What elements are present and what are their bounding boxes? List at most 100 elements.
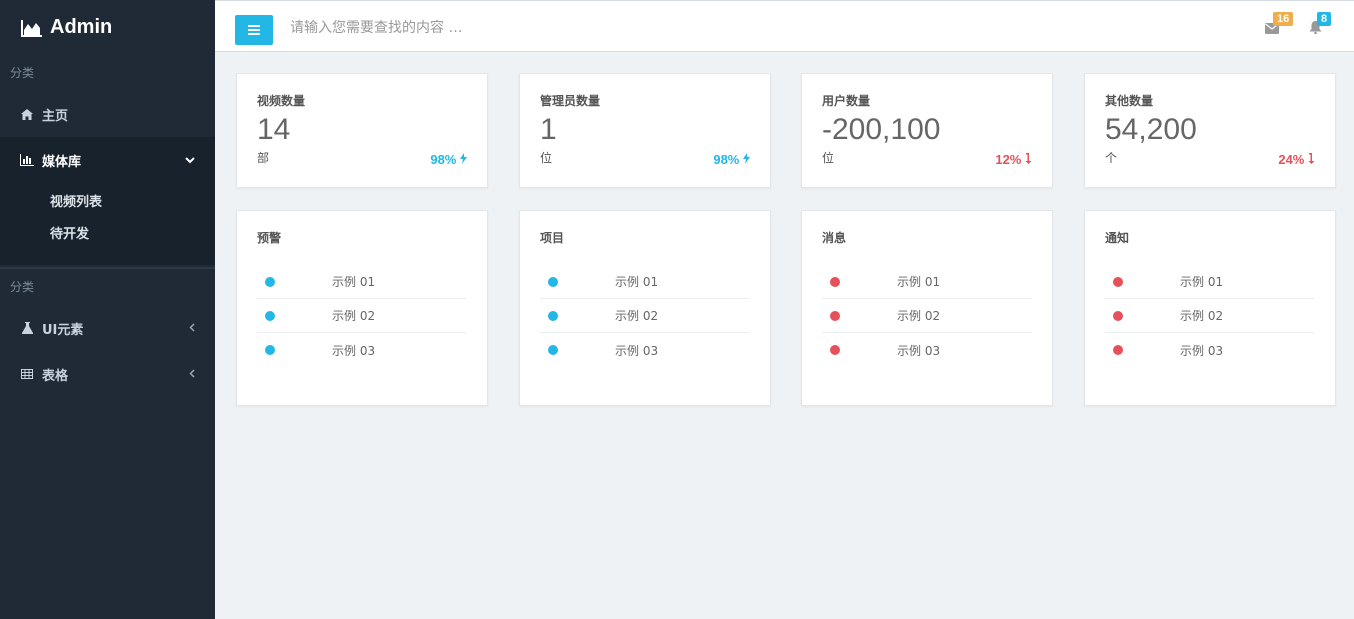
list-item-label: 示例 02 xyxy=(332,309,376,323)
sidebar: Admin 分类 主页 媒体库 视频列表 待开发 分类 UI元素 表格 xyxy=(0,0,215,619)
list-item[interactable]: 示例 01 xyxy=(1105,265,1315,299)
status-dot xyxy=(1113,276,1123,287)
list-item-label: 示例 03 xyxy=(897,343,941,358)
home-icon xyxy=(20,108,34,120)
sidebar-header-2: 分类 xyxy=(10,280,35,294)
stat-title: 管理员数量 xyxy=(540,94,601,108)
stat-percent: 98% xyxy=(430,152,467,167)
topbar: 16 8 xyxy=(215,0,1354,52)
list-card-messages: 消息 示例 01 示例 02 示例 03 xyxy=(801,210,1053,406)
list-item[interactable]: 示例 02 xyxy=(257,299,467,333)
status-dot xyxy=(1113,345,1123,355)
list: 示例 01 示例 02 示例 03 xyxy=(1105,265,1315,367)
sidebar-header-1: 分类 xyxy=(10,66,35,80)
stat-value: 54,200 xyxy=(1105,113,1197,146)
brand[interactable]: Admin xyxy=(0,0,215,55)
status-dot xyxy=(1113,310,1123,321)
stat-value: -200,100 xyxy=(822,113,941,146)
list-item[interactable]: 示例 03 xyxy=(822,333,1032,367)
stat-value: 1 xyxy=(540,113,557,146)
list-item-label: 示例 01 xyxy=(1180,275,1224,289)
stat-card-users: 用户数量 -200,100 位 12% xyxy=(801,73,1053,188)
chevron-down-icon xyxy=(185,153,195,167)
list-item-label: 示例 03 xyxy=(615,343,659,358)
list-item[interactable]: 示例 01 xyxy=(540,265,750,299)
sidebar-subitem-pending[interactable]: 待开发 xyxy=(0,219,215,251)
sidebar-item-ui[interactable]: UI元素 xyxy=(0,305,215,351)
sidebar-subitem-video-list[interactable]: 视频列表 xyxy=(0,187,215,219)
menu-toggle-button[interactable] xyxy=(235,15,273,45)
status-dot xyxy=(830,276,840,287)
list: 示例 01 示例 02 示例 03 xyxy=(822,265,1032,367)
status-dot xyxy=(548,310,558,321)
sidebar-item-media[interactable]: 媒体库 xyxy=(0,137,215,183)
sidebar-item-label: UI元素 xyxy=(42,322,84,338)
table-icon xyxy=(20,369,34,379)
list-item[interactable]: 示例 02 xyxy=(1105,299,1315,333)
status-dot xyxy=(830,345,840,355)
status-dot xyxy=(265,345,275,355)
status-dot xyxy=(265,310,275,321)
list-title: 通知 xyxy=(1105,231,1130,245)
stat-title: 其他数量 xyxy=(1105,94,1154,108)
list-item[interactable]: 示例 01 xyxy=(257,265,467,299)
list-item-label: 示例 03 xyxy=(1180,343,1224,358)
stat-title: 视频数量 xyxy=(257,94,306,108)
list-item-label: 示例 01 xyxy=(332,275,376,289)
brand-title: Admin xyxy=(50,16,113,38)
stat-percent: 98% xyxy=(713,152,750,167)
list-title: 消息 xyxy=(822,231,847,245)
list-item-label: 示例 03 xyxy=(332,343,376,358)
list-item[interactable]: 示例 02 xyxy=(540,299,750,333)
stat-percent: 12% xyxy=(995,152,1032,167)
list-item[interactable]: 示例 03 xyxy=(1105,333,1315,367)
status-dot xyxy=(548,345,558,355)
list-item-label: 示例 02 xyxy=(615,309,659,323)
status-dot xyxy=(265,276,275,287)
list-item-label: 示例 02 xyxy=(897,309,941,323)
list: 示例 01 示例 02 示例 03 xyxy=(540,265,750,367)
status-dot xyxy=(830,310,840,321)
arrow-down-icon xyxy=(1308,153,1315,164)
sidebar-item-label: 媒体库 xyxy=(42,154,82,170)
list-item[interactable]: 示例 01 xyxy=(822,265,1032,299)
notification-button[interactable]: 8 xyxy=(1309,12,1332,38)
hamburger-icon xyxy=(248,25,260,35)
list-item-label: 示例 01 xyxy=(897,275,941,289)
sidebar-item-table[interactable]: 表格 xyxy=(0,351,215,397)
search-input[interactable] xyxy=(290,15,790,41)
sidebar-submenu-media: 视频列表 待开发 xyxy=(0,183,215,265)
stat-card-admins: 管理员数量 1 位 98% xyxy=(519,73,771,188)
mail-count-badge: 16 xyxy=(1273,12,1294,26)
stat-card-videos: 视频数量 14 部 98% xyxy=(236,73,488,188)
notification-count-badge: 8 xyxy=(1317,12,1332,26)
sidebar-item-label: 表格 xyxy=(42,368,69,384)
flask-icon xyxy=(20,322,34,334)
stat-percent: 24% xyxy=(1278,152,1315,167)
area-chart-icon xyxy=(21,19,42,37)
list-item[interactable]: 示例 03 xyxy=(257,333,467,367)
stat-card-other: 其他数量 54,200 个 24% xyxy=(1084,73,1336,188)
bolt-icon xyxy=(743,153,750,164)
list-card-warnings: 预警 示例 01 示例 02 示例 03 xyxy=(236,210,488,406)
bar-chart-icon xyxy=(20,154,34,166)
sidebar-item-label: 主页 xyxy=(42,108,69,124)
list-card-projects: 项目 示例 01 示例 02 示例 03 xyxy=(519,210,771,406)
arrow-down-icon xyxy=(1025,153,1032,164)
chevron-left-icon xyxy=(189,321,195,335)
stat-title: 用户数量 xyxy=(822,94,871,108)
chevron-left-icon xyxy=(189,367,195,381)
list-item[interactable]: 示例 02 xyxy=(822,299,1032,333)
stat-value: 14 xyxy=(257,113,291,146)
list-title: 项目 xyxy=(540,231,565,245)
list-item-label: 示例 02 xyxy=(1180,309,1224,323)
list-item[interactable]: 示例 03 xyxy=(540,333,750,367)
mail-button[interactable]: 16 xyxy=(1265,12,1294,38)
list-card-notifications: 通知 示例 01 示例 02 示例 03 xyxy=(1084,210,1336,406)
list-title: 预警 xyxy=(257,231,282,245)
status-dot xyxy=(548,276,558,287)
bolt-icon xyxy=(460,153,467,164)
list-item-label: 示例 01 xyxy=(615,275,659,289)
list: 示例 01 示例 02 示例 03 xyxy=(257,265,467,367)
sidebar-item-home[interactable]: 主页 xyxy=(0,91,215,137)
